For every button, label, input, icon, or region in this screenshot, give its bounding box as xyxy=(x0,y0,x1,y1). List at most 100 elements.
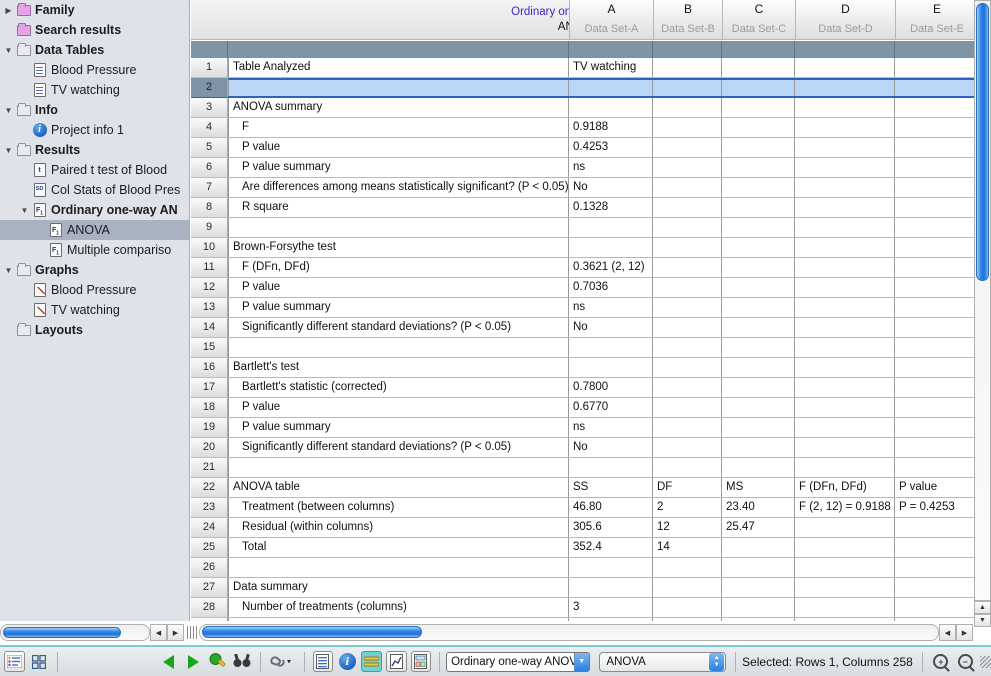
cell-B[interactable] xyxy=(653,238,722,257)
sidebar-item-anova[interactable]: F1ANOVA xyxy=(0,220,189,240)
row-label-cell[interactable] xyxy=(228,80,569,96)
table-row[interactable]: 5P value0.4253 xyxy=(191,138,979,158)
cell-A[interactable]: 0.9188 xyxy=(569,118,653,137)
cell-D[interactable] xyxy=(795,338,895,357)
table-row[interactable]: 29Number of values (total)15 xyxy=(191,618,979,621)
cell-B[interactable] xyxy=(653,618,722,621)
cell-A[interactable]: No xyxy=(569,438,653,457)
cell-B[interactable] xyxy=(653,458,722,477)
cell-A[interactable]: 3 xyxy=(569,598,653,617)
row-number[interactable]: 22 xyxy=(191,478,228,498)
sidebar-horizontal-scrollbar[interactable] xyxy=(0,624,150,641)
cell-E[interactable] xyxy=(895,438,978,457)
cell-A[interactable]: SS xyxy=(569,478,653,497)
results-sheet[interactable]: Ordinary one-way ANOVA ANOVA AData Set-A… xyxy=(191,0,991,621)
cell-C[interactable] xyxy=(722,218,795,237)
cell-C[interactable] xyxy=(722,178,795,197)
disclosure-triangle-icon[interactable]: ▼ xyxy=(2,40,15,60)
sidebar-item-project-info-1[interactable]: iProject info 1 xyxy=(0,120,189,140)
cell-E[interactable] xyxy=(895,158,978,177)
row-number[interactable]: 13 xyxy=(191,298,228,318)
table-row[interactable]: 8R square0.1328 xyxy=(191,198,979,218)
cell-E[interactable] xyxy=(895,578,978,597)
row-number[interactable]: 2 xyxy=(191,78,228,98)
row-number[interactable]: 1 xyxy=(191,58,228,78)
sheet-hscroll-right-arrow[interactable]: ▶ xyxy=(956,624,973,641)
cell-A[interactable]: 0.4253 xyxy=(569,138,653,157)
row-label-cell[interactable]: Significantly different standard deviati… xyxy=(228,438,569,457)
row-label-cell[interactable]: P value summary xyxy=(228,298,569,317)
cell-D[interactable] xyxy=(795,618,895,621)
cell-A[interactable]: 305.6 xyxy=(569,518,653,537)
cell-D[interactable] xyxy=(795,58,895,77)
cell-A[interactable] xyxy=(569,558,653,577)
cell-B[interactable] xyxy=(653,318,722,337)
previous-sheet-icon[interactable] xyxy=(159,651,179,672)
cell-C[interactable] xyxy=(722,578,795,597)
row-label-cell[interactable] xyxy=(228,338,569,357)
cell-C[interactable] xyxy=(722,158,795,177)
cell-E[interactable] xyxy=(895,538,978,557)
disclosure-triangle-icon[interactable]: ▼ xyxy=(2,140,15,160)
new-sheet-icon[interactable] xyxy=(207,651,227,672)
cell-E[interactable] xyxy=(895,278,978,297)
column-header-D[interactable]: DData Set-D xyxy=(795,0,895,40)
sidebar-item-blood-pressure[interactable]: Blood Pressure xyxy=(0,280,189,300)
row-label-cell[interactable]: Brown-Forsythe test xyxy=(228,238,569,257)
cell-E[interactable] xyxy=(895,138,978,157)
cell-E[interactable] xyxy=(895,98,978,117)
cell-C[interactable] xyxy=(722,258,795,277)
cell-C[interactable] xyxy=(722,80,795,96)
zoom-out-icon[interactable]: − xyxy=(955,651,975,672)
column-header-C[interactable]: CData Set-C xyxy=(722,0,795,40)
table-row[interactable]: 17Bartlett's statistic (corrected)0.7800 xyxy=(191,378,979,398)
row-number[interactable]: 24 xyxy=(191,518,228,538)
cell-B[interactable]: 12 xyxy=(653,518,722,537)
cell-A[interactable]: 352.4 xyxy=(569,538,653,557)
row-label-cell[interactable]: F xyxy=(228,118,569,137)
row-label-cell[interactable]: Bartlett's statistic (corrected) xyxy=(228,378,569,397)
disclosure-triangle-icon[interactable]: ▼ xyxy=(2,100,15,120)
table-row[interactable]: 15 xyxy=(191,338,979,358)
results-grid[interactable]: 1Table AnalyzedTV watching23ANOVA summar… xyxy=(191,58,979,621)
disclosure-triangle-icon[interactable]: ▶ xyxy=(2,0,15,20)
cell-C[interactable] xyxy=(722,98,795,117)
table-row[interactable]: 11F (DFn, DFd)0.3621 (2, 12) xyxy=(191,258,979,278)
cell-B[interactable] xyxy=(653,80,722,96)
table-row[interactable]: 1Table AnalyzedTV watching xyxy=(191,58,979,78)
cell-C[interactable] xyxy=(722,198,795,217)
sidebar-item-tv-watching[interactable]: TV watching xyxy=(0,300,189,320)
cell-D[interactable] xyxy=(795,158,895,177)
cell-C[interactable] xyxy=(722,538,795,557)
sidebar-resize-grip[interactable] xyxy=(187,626,192,639)
cell-A[interactable]: 15 xyxy=(569,618,653,621)
cell-B[interactable] xyxy=(653,218,722,237)
cell-B[interactable] xyxy=(653,178,722,197)
cell-B[interactable] xyxy=(653,338,722,357)
sheet-hscroll-grip[interactable] xyxy=(193,626,198,639)
row-label-cell[interactable]: Table Analyzed xyxy=(228,58,569,77)
cell-B[interactable] xyxy=(653,278,722,297)
row-number[interactable]: 12 xyxy=(191,278,228,298)
cell-D[interactable] xyxy=(795,98,895,117)
cell-C[interactable] xyxy=(722,138,795,157)
cell-A[interactable]: 0.7800 xyxy=(569,378,653,397)
sidebar-item-col-stats-of-blood-pres[interactable]: SDCol Stats of Blood Pres xyxy=(0,180,189,200)
table-row[interactable]: 7Are differences among means statistical… xyxy=(191,178,979,198)
cell-A[interactable]: ns xyxy=(569,298,653,317)
table-row[interactable]: 25Total352.414 xyxy=(191,538,979,558)
cell-E[interactable] xyxy=(895,458,978,477)
cell-C[interactable] xyxy=(722,418,795,437)
row-number[interactable]: 6 xyxy=(191,158,228,178)
cell-D[interactable] xyxy=(795,118,895,137)
cell-E[interactable] xyxy=(895,518,978,537)
cell-A[interactable] xyxy=(569,338,653,357)
table-row[interactable]: 6P value summaryns xyxy=(191,158,979,178)
view-popup-menu[interactable]: ANOVA ▲▼ xyxy=(599,652,726,672)
row-number[interactable]: 25 xyxy=(191,538,228,558)
sidebar-hscroll-right-arrow[interactable]: ▶ xyxy=(167,624,184,641)
cell-D[interactable] xyxy=(795,458,895,477)
row-label-cell[interactable]: P value summary xyxy=(228,418,569,437)
cell-B[interactable] xyxy=(653,578,722,597)
cell-D[interactable] xyxy=(795,218,895,237)
